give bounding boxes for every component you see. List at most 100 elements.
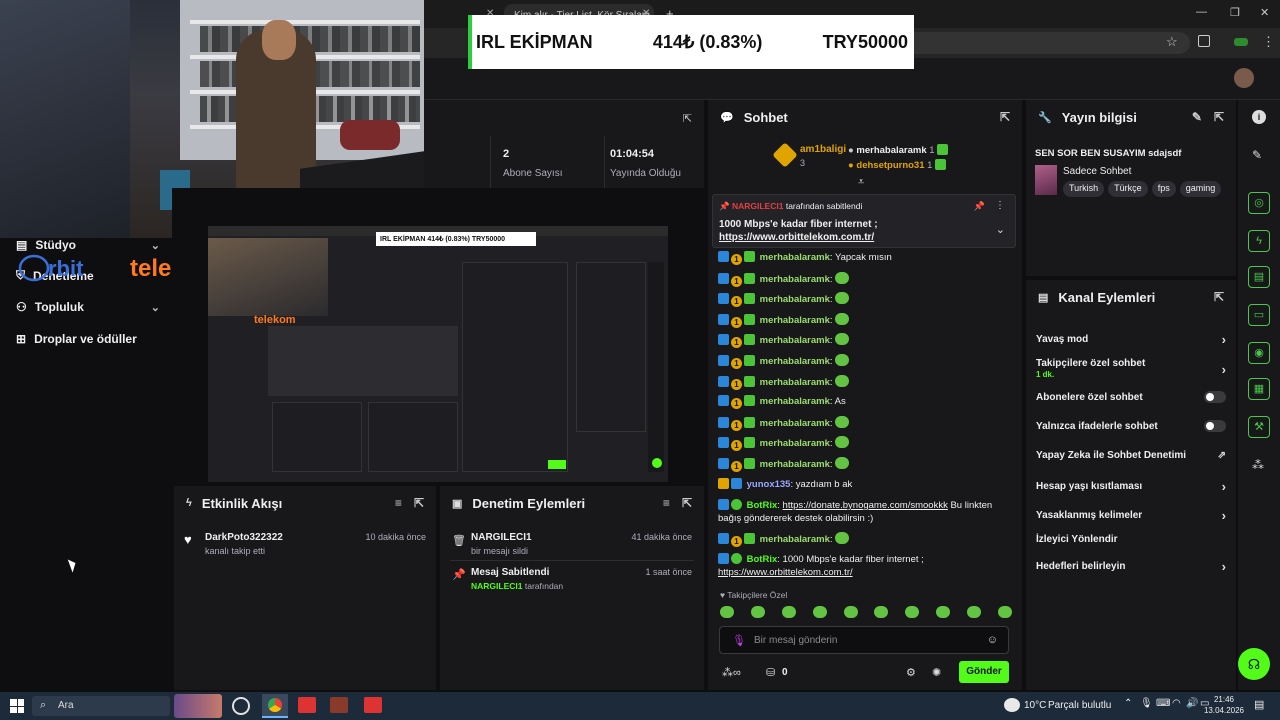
account-age-row[interactable]: Hesap yaşı kısıtlaması › — [1036, 479, 1226, 494]
menu-icon[interactable]: ⋮ — [1262, 34, 1275, 50]
tag[interactable]: Türkçe — [1108, 181, 1148, 197]
chat-input[interactable]: 🎙 Bir mesaj gönderin ☺ — [719, 626, 1009, 654]
chat-bubble-icon[interactable]: ▭ — [1248, 304, 1270, 326]
chat-username[interactable]: merhabalaramk — [760, 252, 830, 263]
close-window-icon[interactable]: ✕ — [1260, 6, 1269, 19]
chrome-icon[interactable] — [262, 694, 288, 718]
profile-icon[interactable] — [1234, 38, 1248, 46]
chat-username[interactable]: merhabalaramk — [760, 396, 830, 407]
info-icon[interactable]: i — [1252, 110, 1266, 124]
popout-icon[interactable]: ⇱ — [1000, 110, 1010, 124]
layout-icon[interactable]: ▦ — [1248, 378, 1270, 400]
settings-gear-icon[interactable]: ⚙ — [906, 666, 916, 679]
emoji-icon[interactable]: ☺ — [987, 634, 998, 646]
tag[interactable]: fps — [1151, 181, 1176, 197]
chat-username[interactable]: merhabalaramk — [760, 534, 830, 545]
lightning-icon[interactable]: ϟ — [1248, 230, 1270, 252]
keyboard-icon[interactable]: ⌨ — [1156, 698, 1170, 709]
category-thumbnail[interactable] — [1035, 165, 1057, 195]
collapse-leaderboard-icon[interactable]: ⩡ — [858, 176, 864, 189]
app-icon[interactable] — [232, 697, 250, 715]
maximize-icon[interactable]: ❐ — [1230, 6, 1240, 19]
broadcast-icon[interactable]: ◉ — [1248, 342, 1270, 364]
chat-username[interactable]: BotRix — [747, 554, 778, 565]
unpin-icon[interactable]: 📌 — [974, 201, 985, 212]
emote-icon[interactable] — [905, 606, 920, 618]
camera-icon[interactable]: ◎ — [1248, 192, 1270, 214]
app-icon[interactable] — [298, 697, 316, 713]
extensions-icon[interactable] — [1198, 35, 1210, 47]
badge-gear-icon[interactable]: ✺ — [932, 666, 941, 679]
emote-icon[interactable] — [997, 606, 1012, 618]
chat-link[interactable]: https://donate.bynogame.com/smookkk — [783, 500, 948, 511]
sidebar-item-community[interactable]: ⚇ Topluluk ⌄ — [16, 300, 160, 314]
popout-icon[interactable]: ⇱ — [1214, 110, 1224, 124]
raid-row[interactable]: İzleyici Yönlendir — [1036, 534, 1226, 545]
notification-icon[interactable]: ▤ — [1254, 698, 1264, 711]
leaderboard-entry[interactable]: ● merhabalaramk 1 — [848, 144, 998, 156]
emote-icon[interactable] — [781, 606, 796, 618]
chat-username[interactable]: merhabalaramk — [760, 294, 830, 305]
emote-icon[interactable] — [936, 606, 951, 618]
tag[interactable]: gaming — [1179, 181, 1222, 197]
app-icon[interactable] — [330, 697, 348, 713]
chat-username[interactable]: yunox135 — [747, 479, 791, 490]
activity-user[interactable]: DarkPoto322322 — [205, 532, 283, 543]
stream-category[interactable]: Sadece Sohbet — [1063, 166, 1131, 177]
avatar[interactable] — [1234, 68, 1254, 88]
subscribers-only-toggle[interactable] — [1204, 391, 1226, 403]
wifi-icon[interactable]: ◠ — [1172, 698, 1181, 709]
more-options-icon[interactable]: ⋮ — [995, 200, 1005, 211]
clock-date[interactable]: 13.04.2026 — [1202, 706, 1246, 715]
apps-icon[interactable]: ⁂ — [1252, 458, 1264, 472]
emote-icon[interactable] — [750, 606, 765, 618]
emote-icon[interactable] — [967, 606, 981, 618]
chat-username[interactable]: merhabalaramk — [760, 335, 830, 346]
pinned-message[interactable]: 📌 NARGILECI1 tarafından sabitlendi 📌 ⋮ 1… — [712, 194, 1016, 248]
app-icon[interactable] — [364, 697, 382, 713]
windows-start-icon[interactable] — [10, 699, 24, 713]
clock-time[interactable]: 21:46 — [1208, 695, 1240, 704]
popout-icon[interactable]: ⇱ — [683, 112, 692, 125]
microphone-icon[interactable]: 🎙 — [732, 634, 746, 647]
volume-icon[interactable]: 🔊 — [1186, 698, 1198, 709]
filter-icon[interactable]: ≡ — [395, 496, 402, 510]
popout-icon[interactable]: ⇱ — [1214, 290, 1224, 304]
emote-icon[interactable] — [812, 606, 827, 618]
pinned-link[interactable]: https://www.orbittelekom.com.tr/ — [719, 232, 874, 243]
microphone-icon[interactable]: 🎙 — [1140, 698, 1153, 709]
tag[interactable]: Turkish — [1063, 181, 1105, 197]
points-icon[interactable]: ⛁ — [766, 666, 775, 679]
chat-username[interactable]: BotRix — [747, 500, 778, 511]
leaderboard-entry[interactable]: ● dehsetpurno31 1 — [848, 159, 998, 171]
followers-only-row[interactable]: Takipçilere özel sohbet 1 dk. › — [1036, 357, 1226, 381]
leaderboard-top-name[interactable]: am1baligi — [800, 144, 846, 155]
emote-icon[interactable] — [843, 606, 858, 618]
wrench-icon[interactable]: ⚒ — [1248, 416, 1270, 438]
chat-username[interactable]: merhabalaramk — [760, 418, 830, 429]
chat-username[interactable]: merhabalaramk — [760, 274, 830, 285]
send-button[interactable]: Gönder — [959, 661, 1009, 683]
chat-username[interactable]: merhabalaramk — [760, 459, 830, 470]
sidebar-item-drops[interactable]: ⊞ Droplar ve ödüller — [16, 332, 160, 346]
chat-username[interactable]: merhabalaramk — [760, 315, 830, 326]
goals-row[interactable]: Hedefleri belirleyin › — [1036, 559, 1226, 574]
popout-icon[interactable]: ⇱ — [414, 496, 424, 510]
clipboard-icon[interactable]: ▤ — [1248, 266, 1270, 288]
edit-pencil-icon[interactable]: ✎ — [1252, 148, 1262, 162]
ai-moderation-row[interactable]: Yapay Zeka ile Sohbet Denetimi ⇗ — [1036, 450, 1226, 461]
chat-username[interactable]: merhabalaramk — [760, 438, 830, 449]
chevron-up-icon[interactable]: ⌃ — [1124, 698, 1132, 709]
chat-username[interactable]: merhabalaramk — [760, 377, 830, 388]
taskbar-search-input[interactable]: ⌕ Ara — [32, 696, 170, 716]
mod-action-by-user[interactable]: NARGILECI1 — [471, 581, 522, 591]
chat-username[interactable]: merhabalaramk — [760, 356, 830, 367]
minimize-icon[interactable]: — — [1196, 6, 1207, 18]
emote-only-toggle[interactable] — [1204, 420, 1226, 432]
help-support-icon[interactable]: ☊ — [1238, 648, 1270, 680]
mod-action-user[interactable]: NARGILECI1 — [471, 532, 532, 543]
bookmark-star-icon[interactable]: ☆ — [1166, 34, 1178, 50]
chat-link[interactable]: https://www.orbittelekom.com.tr/ — [718, 566, 1014, 579]
infinity-icon[interactable]: ⁂∞ — [722, 666, 741, 679]
popout-icon[interactable]: ⇱ — [682, 496, 692, 510]
